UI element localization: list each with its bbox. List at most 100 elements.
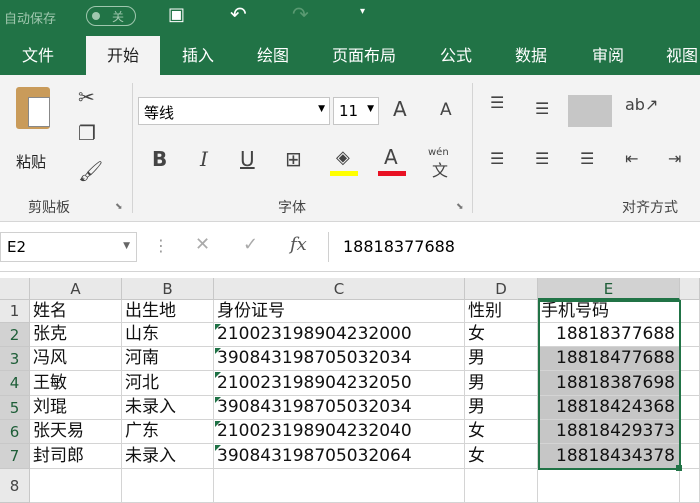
tab-view[interactable]: 视图: [666, 36, 698, 75]
paste-button[interactable]: 粘贴: [10, 83, 56, 183]
fill-handle[interactable]: [676, 465, 682, 471]
table-cell[interactable]: 18818424368: [538, 396, 680, 420]
enter-icon[interactable]: ✓: [243, 234, 258, 255]
table-cell[interactable]: 河北: [122, 371, 214, 396]
dialog-launcher-icon[interactable]: ⬊: [115, 202, 123, 212]
row-header-3[interactable]: 3: [0, 347, 30, 371]
table-cell[interactable]: 封司郎: [30, 444, 122, 469]
column-header-e[interactable]: E: [538, 278, 680, 300]
font-name-select[interactable]: 等线▼: [138, 97, 330, 125]
table-cell[interactable]: 山东: [122, 323, 214, 347]
table-cell[interactable]: 女: [465, 420, 538, 444]
empty-cell[interactable]: [680, 300, 700, 323]
cut-icon[interactable]: ✂: [78, 85, 95, 109]
table-cell[interactable]: 王敏: [30, 371, 122, 396]
tab-draw[interactable]: 绘图: [257, 36, 289, 75]
italic-button[interactable]: I: [200, 147, 208, 171]
empty-cell[interactable]: [680, 469, 700, 503]
redo-icon[interactable]: ↷: [292, 2, 309, 26]
table-cell[interactable]: 未录入: [122, 444, 214, 469]
borders-icon[interactable]: ⊞: [285, 147, 302, 171]
font-size-select[interactable]: 11▼: [333, 97, 379, 125]
undo-icon[interactable]: ↶: [230, 2, 247, 26]
row-header-4[interactable]: 4: [0, 371, 30, 396]
table-cell[interactable]: 18818387698: [538, 371, 680, 396]
align-right-icon[interactable]: ☰: [580, 149, 594, 168]
align-left-icon[interactable]: ☰: [490, 149, 504, 168]
table-cell[interactable]: 210023198904232040: [214, 420, 465, 444]
tab-review[interactable]: 审阅: [592, 36, 624, 75]
select-all-corner[interactable]: [0, 278, 30, 300]
bold-button[interactable]: B: [152, 147, 167, 171]
insert-function-button[interactable]: fx: [290, 234, 307, 255]
column-header-b[interactable]: B: [122, 278, 214, 300]
header-cell[interactable]: 出生地: [122, 300, 214, 323]
empty-cell[interactable]: [214, 469, 465, 503]
empty-cell[interactable]: [680, 371, 700, 396]
row-header-5[interactable]: 5: [0, 396, 30, 420]
column-header-a[interactable]: A: [30, 278, 122, 300]
row-header-7[interactable]: 7: [0, 444, 30, 469]
table-cell[interactable]: 广东: [122, 420, 214, 444]
header-cell[interactable]: 身份证号: [214, 300, 465, 323]
shrink-font-button[interactable]: A: [440, 100, 452, 120]
orientation-icon[interactable]: ab↗: [625, 95, 658, 114]
grow-font-button[interactable]: A: [393, 97, 407, 121]
column-header-f[interactable]: [680, 278, 700, 300]
underline-button[interactable]: U: [240, 147, 255, 171]
table-cell[interactable]: 18818434378: [538, 444, 680, 469]
table-cell[interactable]: 18818477688: [538, 347, 680, 371]
table-cell[interactable]: 张天易: [30, 420, 122, 444]
table-cell[interactable]: 男: [465, 396, 538, 420]
font-color-button[interactable]: A: [378, 145, 408, 177]
increase-indent-icon[interactable]: ⇥: [668, 149, 681, 168]
formula-input[interactable]: 18818377688: [328, 232, 700, 262]
empty-cell[interactable]: [680, 396, 700, 420]
table-cell[interactable]: 男: [465, 347, 538, 371]
decrease-indent-icon[interactable]: ⇤: [625, 149, 638, 168]
autosave-toggle[interactable]: 关: [86, 6, 136, 26]
tab-formulas[interactable]: 公式: [440, 36, 472, 75]
table-cell[interactable]: 210023198904232050: [214, 371, 465, 396]
table-cell[interactable]: 未录入: [122, 396, 214, 420]
header-cell[interactable]: 姓名: [30, 300, 122, 323]
table-cell[interactable]: 女: [465, 444, 538, 469]
table-cell[interactable]: 河南: [122, 347, 214, 371]
align-middle-icon[interactable]: ☰: [535, 99, 549, 118]
table-cell[interactable]: 390843198705032034: [214, 347, 465, 371]
align-bottom-button[interactable]: [568, 95, 612, 127]
row-header-8[interactable]: 8: [0, 469, 30, 503]
customize-icon[interactable]: ▾: [360, 6, 365, 17]
table-cell[interactable]: 210023198904232000: [214, 323, 465, 347]
phonetic-button[interactable]: wén文: [428, 147, 458, 179]
table-cell[interactable]: 刘琨: [30, 396, 122, 420]
tab-insert[interactable]: 插入: [182, 36, 214, 75]
cancel-icon[interactable]: ✕: [195, 234, 210, 255]
empty-cell[interactable]: [538, 469, 680, 503]
table-cell[interactable]: 张克: [30, 323, 122, 347]
empty-cell[interactable]: [680, 323, 700, 347]
table-cell[interactable]: 男: [465, 371, 538, 396]
tab-page-layout[interactable]: 页面布局: [332, 36, 396, 75]
copy-icon[interactable]: ❐: [78, 121, 96, 145]
column-header-d[interactable]: D: [465, 278, 538, 300]
empty-cell[interactable]: [680, 347, 700, 371]
column-header-c[interactable]: C: [214, 278, 465, 300]
tab-file[interactable]: 文件: [22, 36, 54, 75]
table-cell[interactable]: 18818377688: [538, 323, 680, 347]
header-cell[interactable]: 性别: [465, 300, 538, 323]
table-cell[interactable]: 390843198705032034: [214, 396, 465, 420]
row-header-6[interactable]: 6: [0, 420, 30, 444]
empty-cell[interactable]: [465, 469, 538, 503]
align-center-icon[interactable]: ☰: [535, 149, 549, 168]
table-cell[interactable]: 女: [465, 323, 538, 347]
save-icon[interactable]: ▣: [168, 4, 185, 25]
header-cell[interactable]: 手机号码: [538, 300, 680, 323]
table-cell[interactable]: 18818429373: [538, 420, 680, 444]
row-header-1[interactable]: 1: [0, 300, 30, 323]
empty-cell[interactable]: [680, 444, 700, 469]
empty-cell[interactable]: [680, 420, 700, 444]
name-box[interactable]: E2▼: [0, 232, 137, 262]
empty-cell[interactable]: [30, 469, 122, 503]
align-top-icon[interactable]: ☰: [490, 93, 504, 112]
